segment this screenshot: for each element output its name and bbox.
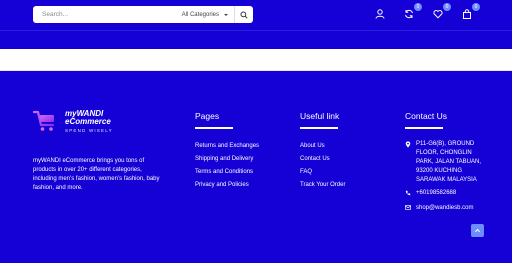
cart-button[interactable]: 0	[459, 3, 480, 22]
cart-count-badge: 0	[472, 3, 480, 11]
site-header: All Categories 0 0 0	[0, 0, 512, 30]
category-select[interactable]: All Categories	[182, 6, 234, 23]
contact-heading: Contact Us	[405, 111, 448, 121]
compare-count-badge: 0	[414, 3, 422, 11]
pages-heading: Pages	[195, 111, 220, 121]
useful-list: About Us Contact Us FAQ Track Your Order	[300, 140, 345, 192]
refresh-icon	[405, 9, 413, 19]
link-contact-us[interactable]: Contact Us	[300, 153, 345, 166]
footer-pages-column: Pages Returns and Exchanges Shipping and…	[195, 111, 259, 192]
link-faq[interactable]: FAQ	[300, 166, 345, 179]
footer-logo[interactable]: myWANDI eCommerce SPEND WISELY	[33, 109, 113, 133]
site-footer: myWANDI eCommerce SPEND WISELY myWANDI e…	[0, 71, 512, 263]
link-privacy[interactable]: Privacy and Policies	[195, 179, 259, 192]
about-text: myWANDI eCommerce brings you tons of pro…	[33, 158, 160, 191]
location-pin-icon	[405, 140, 413, 152]
user-icon	[375, 9, 385, 19]
link-terms[interactable]: Terms and Conditions	[195, 166, 259, 179]
account-button[interactable]	[372, 6, 388, 22]
logo-text: myWANDI eCommerce SPEND WISELY	[65, 109, 113, 133]
back-to-top-button[interactable]	[471, 224, 484, 237]
chevron-up-icon	[474, 228, 481, 233]
link-returns[interactable]: Returns and Exchanges	[195, 140, 259, 153]
shopping-cart-logo-icon	[33, 110, 55, 131]
envelope-icon	[405, 204, 413, 214]
bag-icon	[463, 9, 471, 19]
contact-phone: +60198582688	[405, 189, 485, 200]
heart-icon	[433, 10, 443, 19]
header-icons: 0 0 0	[372, 3, 480, 22]
search-bar: All Categories	[33, 6, 253, 23]
footer-contact-column: Contact Us P11-G6(B), GROUND FLOOR, CHON…	[405, 111, 485, 218]
search-icon	[240, 10, 248, 19]
address-text: P11-G6(B), GROUND FLOOR, CHONGLIN PARK, …	[416, 140, 482, 183]
header-divider	[0, 30, 512, 31]
compare-button[interactable]: 0	[401, 3, 422, 22]
category-select-label: All Categories	[181, 11, 219, 18]
wishlist-count-badge: 0	[443, 3, 451, 11]
link-about-us[interactable]: About Us	[300, 140, 345, 153]
content-band	[0, 49, 512, 71]
email-text[interactable]: shop@wandiesb.com	[416, 204, 473, 213]
phone-text[interactable]: +60198582688	[416, 189, 456, 198]
chevron-down-icon	[224, 13, 228, 16]
heading-underline	[195, 127, 233, 129]
wishlist-button[interactable]: 0	[430, 3, 451, 22]
heading-underline	[300, 127, 338, 129]
pages-list: Returns and Exchanges Shipping and Deliv…	[195, 140, 259, 192]
contact-email: shop@wandiesb.com	[405, 204, 485, 214]
footer-useful-column: Useful link About Us Contact Us FAQ Trac…	[300, 111, 345, 192]
contact-address: P11-G6(B), GROUND FLOOR, CHONGLIN PARK, …	[405, 140, 485, 185]
search-input[interactable]	[33, 6, 182, 23]
useful-heading: Useful link	[300, 111, 340, 121]
phone-icon	[405, 189, 413, 200]
logo-line-2: eCommerce	[65, 116, 111, 126]
link-track-order[interactable]: Track Your Order	[300, 179, 345, 192]
logo-tagline: SPEND WISELY	[65, 127, 113, 133]
link-shipping[interactable]: Shipping and Delivery	[195, 153, 259, 166]
search-button[interactable]	[234, 6, 253, 23]
heading-underline	[405, 127, 443, 129]
